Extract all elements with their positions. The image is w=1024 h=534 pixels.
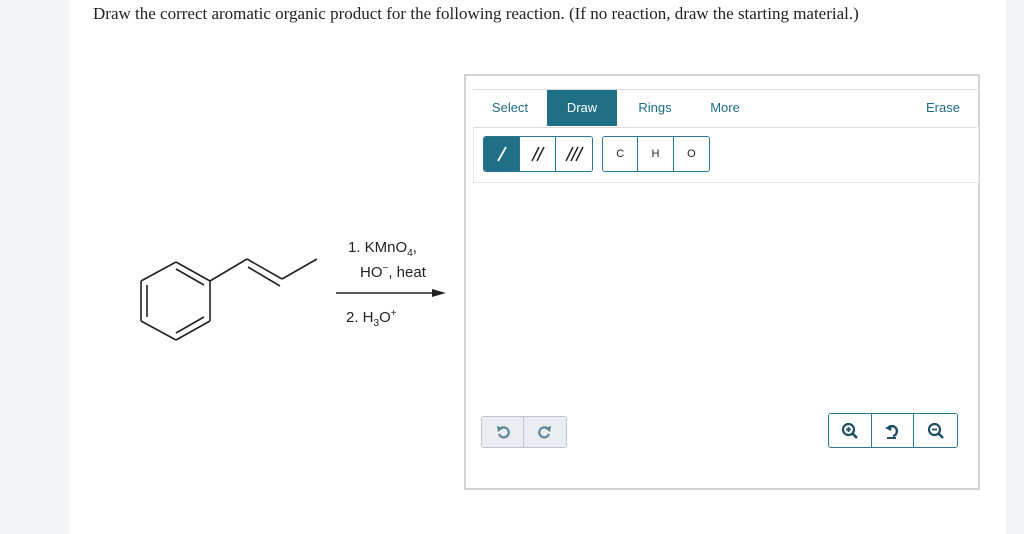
tab-select[interactable]: Select <box>473 90 547 126</box>
triple-bond-button[interactable] <box>556 137 592 171</box>
tab-draw[interactable]: Draw <box>547 90 617 126</box>
atom-o-button[interactable]: O <box>674 137 709 171</box>
triple-bond-icon <box>565 146 584 162</box>
single-bond-button[interactable] <box>484 137 520 171</box>
zoom-group <box>828 413 958 448</box>
undo-button[interactable] <box>482 417 524 447</box>
zoom-out-icon <box>927 422 944 439</box>
drawing-editor[interactable]: Select Draw Rings More Erase C H O <box>464 74 980 490</box>
reagent-step-1-line-2: HO−, heat <box>360 263 426 281</box>
double-bond-button[interactable] <box>520 137 556 171</box>
undo-icon <box>496 426 510 439</box>
editor-tab-bar: Select Draw Rings More Erase <box>473 89 977 128</box>
reaction-scheme: 1. KMnO4, HO−, heat 2. H3O+ <box>130 236 450 356</box>
reaction-arrow <box>336 289 446 297</box>
reset-zoom-button[interactable] <box>871 414 915 447</box>
question-text: Draw the correct aromatic organic produc… <box>93 4 859 23</box>
zoom-in-button[interactable] <box>829 414 872 447</box>
undo-redo-group <box>481 416 567 448</box>
redo-icon <box>538 426 551 439</box>
reset-zoom-icon <box>884 424 898 439</box>
atom-h-button[interactable]: H <box>638 137 674 171</box>
zoom-out-button[interactable] <box>914 414 957 447</box>
single-bond-icon <box>496 146 507 162</box>
atom-tool-group: C H O <box>602 136 710 172</box>
double-bond-icon <box>530 146 545 162</box>
tab-erase[interactable]: Erase <box>913 90 973 126</box>
tab-more[interactable]: More <box>693 90 757 126</box>
reagent-step-1: 1. KMnO4, <box>348 239 417 259</box>
bond-tool-group <box>483 136 593 172</box>
tab-rings[interactable]: Rings <box>623 90 687 126</box>
redo-button[interactable] <box>524 417 566 447</box>
draw-tool-panel: C H O <box>473 127 979 183</box>
zoom-in-icon <box>841 422 858 439</box>
reagent-step-2: 2. H3O+ <box>346 308 397 329</box>
atom-c-button[interactable]: C <box>603 137 639 171</box>
